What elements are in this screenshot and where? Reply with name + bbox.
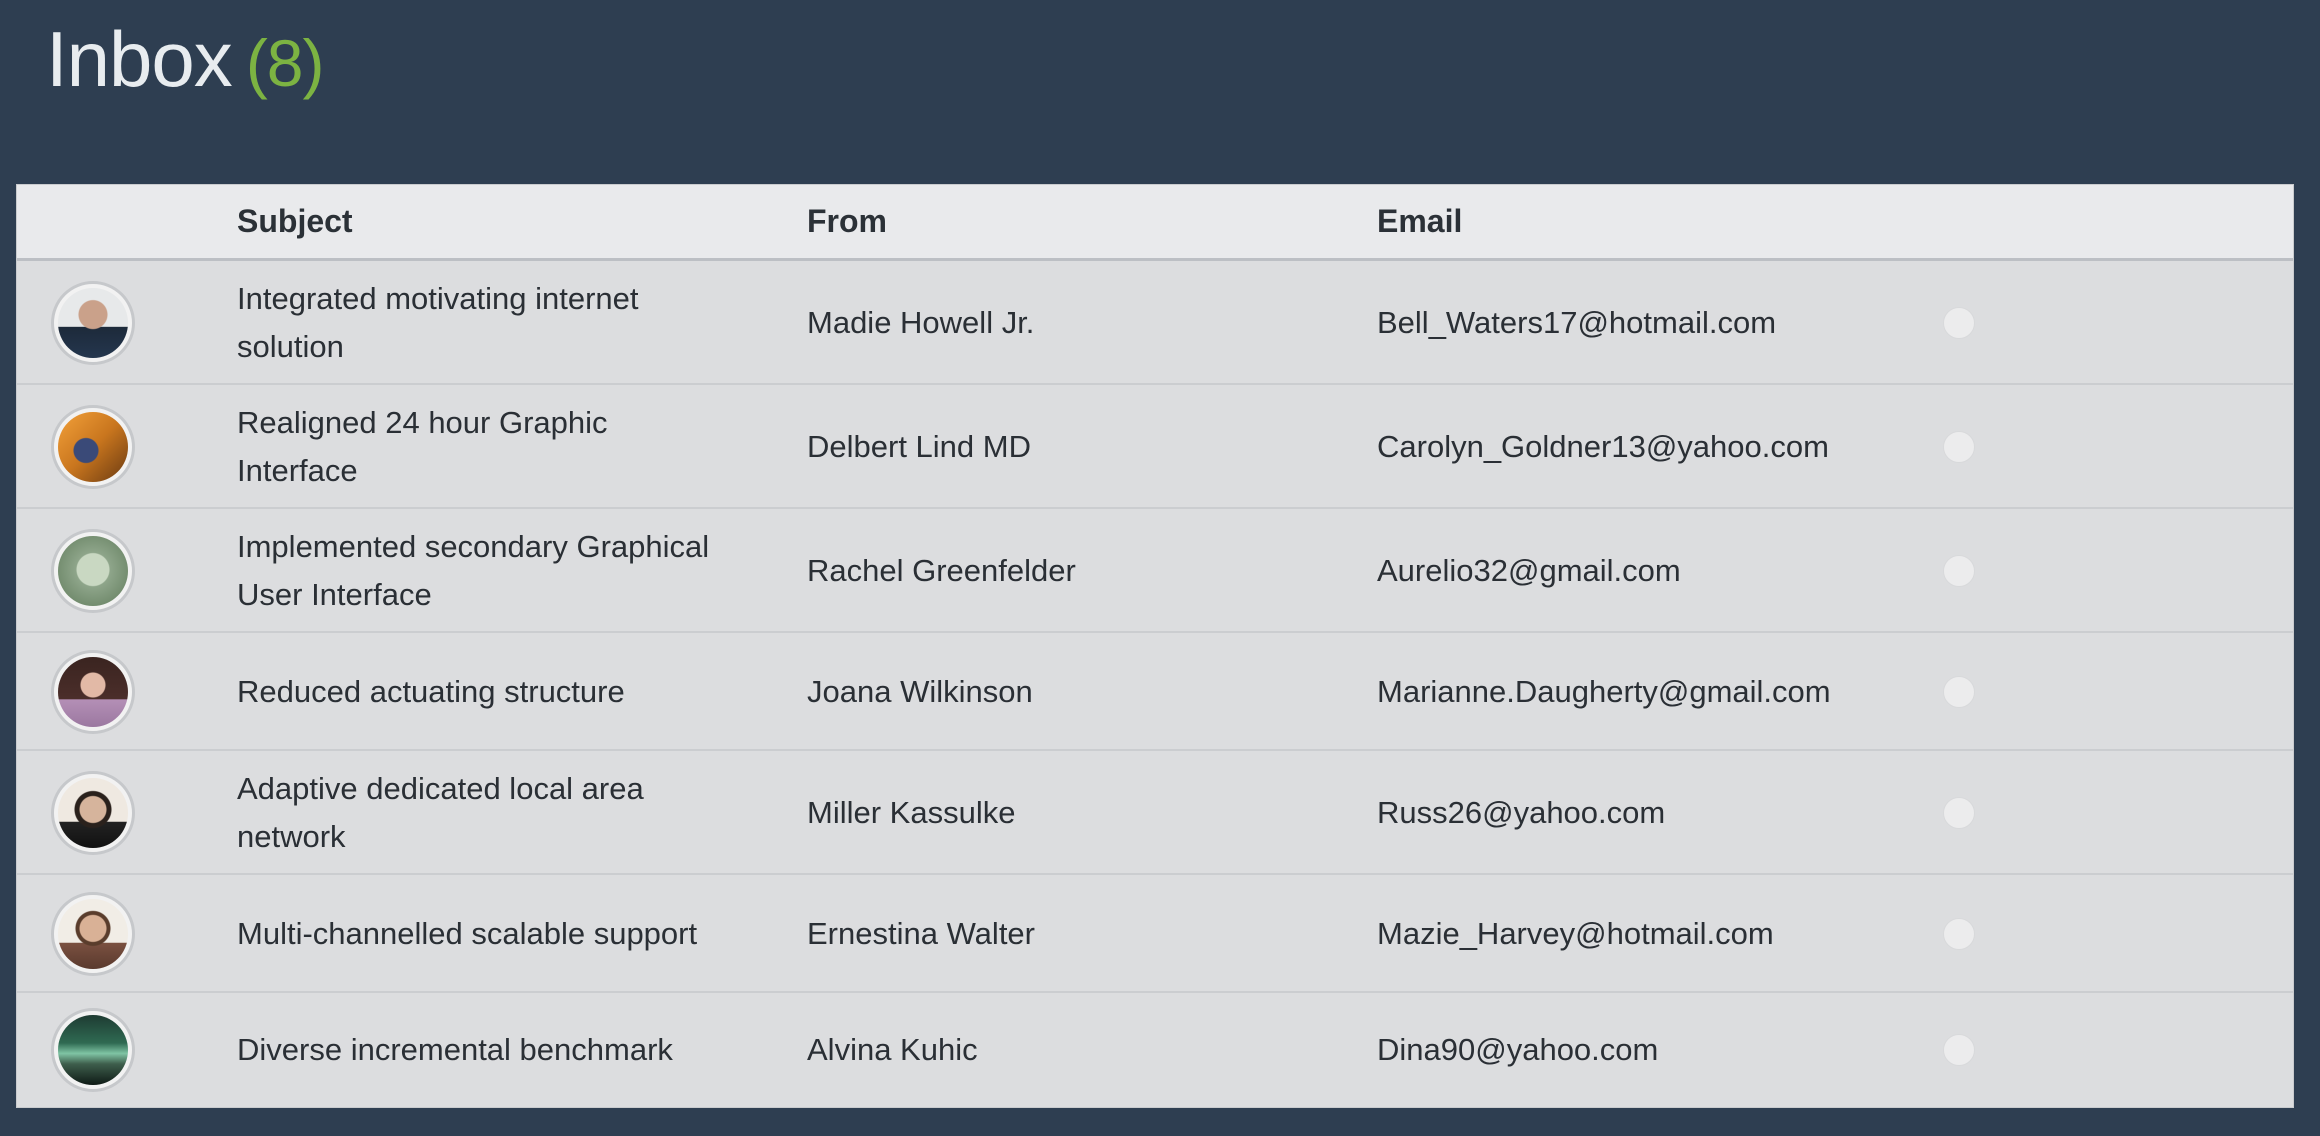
table-row[interactable]: Multi-channelled scalable support Ernest… — [17, 875, 2293, 993]
from-cell: Joana Wilkinson — [807, 674, 1033, 709]
column-header-subject[interactable]: Subject — [237, 185, 353, 258]
email-cell: Dina90@yahoo.com — [1377, 1032, 1659, 1067]
email-cell: Marianne.Daugherty@gmail.com — [1377, 674, 1831, 709]
from-cell: Delbert Lind MD — [807, 429, 1031, 464]
email-cell: Russ26@yahoo.com — [1377, 795, 1666, 830]
column-header-email[interactable]: Email — [1377, 185, 1462, 258]
email-cell: Mazie_Harvey@hotmail.com — [1377, 916, 1774, 951]
user-avatar-icon — [51, 529, 135, 613]
unread-count: (8) — [245, 26, 325, 100]
select-radio[interactable] — [1943, 555, 1975, 587]
subject-cell: Implemented secondary Graphical User Inte… — [237, 529, 710, 612]
inbox-table: Subject From Email Integrated motivating… — [16, 184, 2294, 1108]
subject-cell: Realigned 24 hour Graphic Interface — [237, 405, 608, 488]
subject-cell: Multi-channelled scalable support — [237, 916, 698, 951]
user-avatar-icon — [51, 1008, 135, 1092]
from-cell: Ernestina Walter — [807, 916, 1035, 951]
table-row[interactable]: Integrated motivating internet solution M… — [17, 261, 2293, 385]
table-row[interactable]: Implemented secondary Graphical User Inte… — [17, 509, 2293, 633]
from-cell: Alvina Kuhic — [807, 1032, 978, 1067]
column-header-from[interactable]: From — [807, 185, 887, 258]
inbox-title: Inbox — [46, 15, 233, 103]
table-header: Subject From Email — [17, 185, 2293, 261]
user-avatar-icon — [51, 405, 135, 489]
email-cell: Carolyn_Goldner13@yahoo.com — [1377, 429, 1829, 464]
from-cell: Miller Kassulke — [807, 795, 1016, 830]
from-cell: Madie Howell Jr. — [807, 305, 1035, 340]
table-row[interactable]: Adaptive dedicated local area network Mil… — [17, 751, 2293, 875]
page-title: Inbox (8) — [46, 12, 325, 110]
email-cell: Aurelio32@gmail.com — [1377, 553, 1681, 588]
table-row[interactable]: Realigned 24 hour Graphic Interface Delbe… — [17, 385, 2293, 509]
email-cell: Bell_Waters17@hotmail.com — [1377, 305, 1777, 340]
subject-cell: Diverse incremental benchmark — [237, 1032, 673, 1067]
user-avatar-icon — [51, 771, 135, 855]
select-radio[interactable] — [1943, 307, 1975, 339]
from-cell: Rachel Greenfelder — [807, 553, 1076, 588]
select-radio[interactable] — [1943, 797, 1975, 829]
subject-cell: Adaptive dedicated local area network — [237, 771, 644, 854]
user-avatar-icon — [51, 281, 135, 365]
select-radio[interactable] — [1943, 918, 1975, 950]
subject-cell: Integrated motivating internet solution — [237, 281, 639, 364]
table-row[interactable]: Diverse incremental benchmark Alvina Kuh… — [17, 993, 2293, 1107]
select-radio[interactable] — [1943, 676, 1975, 708]
table-row[interactable]: Reduced actuating structure Joana Wilkin… — [17, 633, 2293, 751]
subject-cell: Reduced actuating structure — [237, 674, 625, 709]
select-radio[interactable] — [1943, 431, 1975, 463]
select-radio[interactable] — [1943, 1034, 1975, 1066]
user-avatar-icon — [51, 650, 135, 734]
user-avatar-icon — [51, 892, 135, 976]
